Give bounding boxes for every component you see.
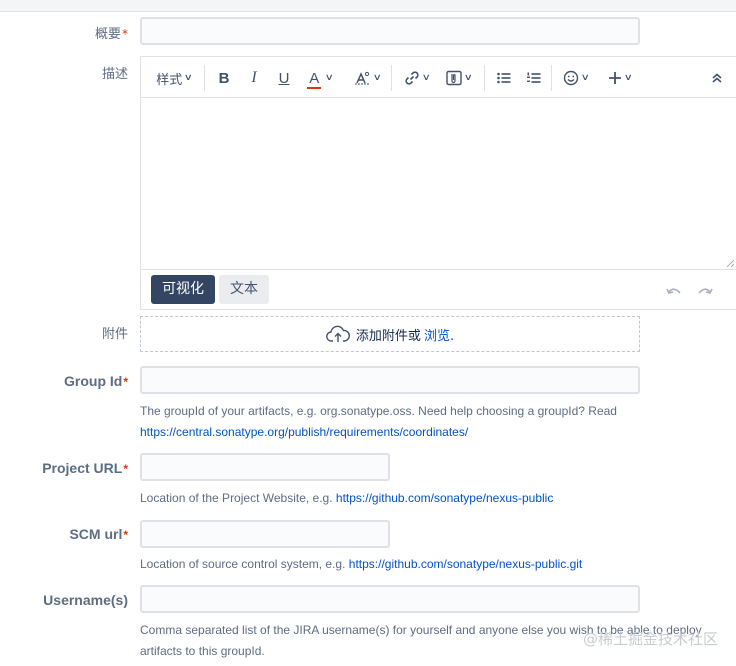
- style-dropdown[interactable]: 样式 ∨: [153, 65, 195, 91]
- summary-input[interactable]: [140, 17, 640, 45]
- usernames-input[interactable]: [140, 585, 640, 613]
- text-effects-icon: [355, 71, 370, 85]
- scm-url-help-text: Location of source control system, e.g.: [140, 557, 349, 571]
- emoji-button[interactable]: ∨: [559, 65, 593, 91]
- text-effects-button[interactable]: ∨: [351, 65, 385, 91]
- collapse-icon: [712, 73, 722, 83]
- usernames-label: Username(s): [43, 592, 128, 608]
- toolbar-divider: [551, 65, 552, 91]
- usernames-label-text: Username(s): [43, 592, 128, 608]
- chevron-down-icon: ∨: [463, 73, 474, 83]
- text-mode-button[interactable]: 文本: [219, 275, 269, 304]
- required-marker: *: [122, 27, 128, 41]
- chevron-down-icon: ∨: [623, 73, 634, 83]
- required-marker: *: [123, 528, 128, 542]
- project-url-input[interactable]: [140, 453, 390, 481]
- numbered-list-icon: [527, 72, 541, 83]
- text-color-icon: A: [307, 69, 322, 89]
- project-url-label-text: Project URL: [42, 460, 123, 476]
- required-marker: *: [123, 375, 128, 389]
- scm-url-input[interactable]: [140, 520, 390, 548]
- attachment-label-text: 附件: [101, 327, 128, 342]
- attachment-dropzone[interactable]: 添加附件或 浏览.: [140, 316, 640, 352]
- underline-button[interactable]: U: [273, 65, 295, 91]
- project-website-link[interactable]: https://github.com/sonatype/nexus-public: [336, 491, 553, 505]
- attachment-label: 附件: [102, 323, 128, 342]
- attachment-icon: [446, 70, 462, 86]
- watermark: @稀土掘金技术社区: [582, 630, 718, 648]
- scm-url-label: SCM url*: [69, 526, 128, 542]
- link-button[interactable]: ∨: [400, 65, 434, 91]
- attachment-button[interactable]: ∨: [442, 65, 476, 91]
- redo-icon: [698, 288, 713, 294]
- undo-button[interactable]: [666, 283, 682, 302]
- description-label-text: 描述: [101, 67, 128, 82]
- group-id-label: Group Id*: [64, 373, 128, 389]
- required-marker: *: [123, 462, 128, 476]
- toolbar-divider: [484, 65, 485, 91]
- browse-link[interactable]: 浏览.: [424, 325, 454, 344]
- style-dropdown-label: 样式: [156, 72, 183, 88]
- bold-button[interactable]: B: [213, 65, 235, 91]
- insert-more-button[interactable]: ∨: [603, 65, 637, 91]
- group-id-input[interactable]: [140, 366, 640, 394]
- group-id-label-text: Group Id: [64, 373, 123, 389]
- chevron-down-icon: ∨: [372, 73, 383, 83]
- toolbar-divider: [391, 65, 392, 91]
- numbered-list-button[interactable]: [523, 65, 545, 91]
- chevron-down-icon: ∨: [421, 73, 432, 83]
- chevron-down-icon: ∨: [580, 73, 591, 83]
- summary-label-text: 概要: [94, 27, 121, 42]
- collapse-toolbar-button[interactable]: [707, 65, 727, 91]
- text-color-button[interactable]: A ∨: [303, 65, 339, 91]
- create-issue-form: 概要* 描述 样式 ∨ B I U A ∨ ∨ ∨ ∨ ∨ ∨ 可视化 文本 附…: [0, 0, 736, 666]
- attachment-prompt-text: 添加附件或: [355, 328, 421, 344]
- description-text-area[interactable]: [141, 98, 736, 270]
- link-icon: [405, 71, 419, 85]
- underline-icon: U: [278, 69, 290, 87]
- chevron-down-icon: ∨: [324, 73, 335, 83]
- description-editor: 样式 ∨ B I U A ∨ ∨ ∨ ∨ ∨ ∨ 可视化 文本: [140, 56, 736, 310]
- chevron-down-icon: ∨: [183, 73, 194, 83]
- text-color-bar: [307, 86, 322, 89]
- italic-icon: I: [251, 69, 257, 86]
- plus-icon: [609, 72, 622, 84]
- redo-button[interactable]: [697, 283, 713, 302]
- project-url-help-text: Location of the Project Website, e.g.: [140, 491, 336, 505]
- italic-button[interactable]: I: [243, 65, 265, 91]
- scm-example-link[interactable]: https://github.com/sonatype/nexus-public…: [349, 557, 582, 571]
- group-id-help-text: The groupId of your artifacts, e.g. org.…: [140, 404, 617, 418]
- cloud-upload-icon: [325, 325, 350, 343]
- resize-handle-icon[interactable]: [726, 259, 734, 267]
- toolbar-divider: [204, 65, 205, 91]
- bullet-list-icon: [497, 72, 511, 84]
- project-url-help: Location of the Project Website, e.g. ht…: [140, 488, 640, 509]
- scm-url-label-text: SCM url: [69, 526, 123, 542]
- coordinates-link[interactable]: https://central.sonatype.org/publish/req…: [140, 425, 468, 439]
- text-color-letter: A: [309, 69, 320, 87]
- description-label: 描述: [102, 63, 128, 82]
- editor-toolbar: 样式 ∨ B I U A ∨ ∨ ∨ ∨ ∨ ∨: [141, 57, 736, 98]
- project-url-label: Project URL*: [42, 460, 128, 476]
- undo-icon: [666, 288, 681, 294]
- emoji-icon: [564, 70, 579, 86]
- scm-url-help: Location of source control system, e.g. …: [140, 554, 640, 575]
- bold-icon: B: [218, 69, 230, 87]
- top-bar: [0, 0, 736, 12]
- summary-label: 概要*: [95, 23, 128, 42]
- group-id-help: The groupId of your artifacts, e.g. org.…: [140, 401, 640, 443]
- bullet-list-button[interactable]: [493, 65, 515, 91]
- visual-mode-button[interactable]: 可视化: [151, 275, 215, 304]
